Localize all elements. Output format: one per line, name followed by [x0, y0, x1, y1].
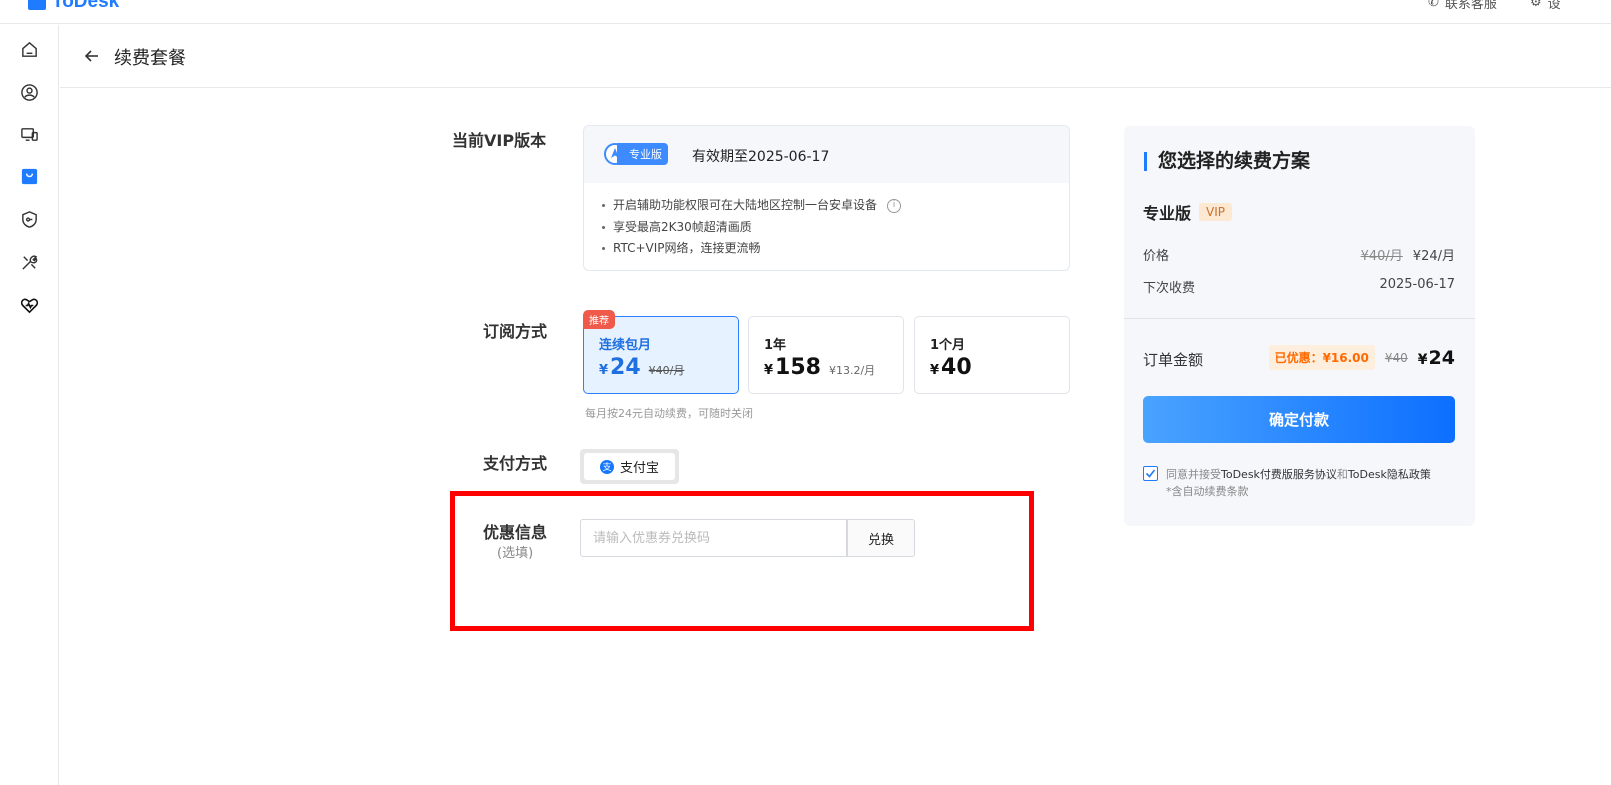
- service-agreement-link[interactable]: ToDesk付费版服务协议: [1221, 468, 1337, 481]
- info-icon[interactable]: i: [887, 198, 902, 213]
- feature-item: 享受最高2K30帧超清画质: [602, 217, 1069, 239]
- logo-text: ToDesk: [52, 0, 120, 12]
- order-final-price: ¥24: [1417, 346, 1455, 369]
- page-header: 续费套餐: [60, 25, 1611, 88]
- agreement-row: 同意并接受ToDesk付费版服务协议和ToDesk隐私政策 *含自动续费条款: [1143, 466, 1463, 500]
- auto-renew-note: *含自动续费条款: [1166, 485, 1249, 498]
- valid-until-text: 有效期至2025-06-17: [692, 149, 830, 165]
- alipay-icon: 支: [599, 459, 614, 474]
- plan-price: ¥ 24 ¥40/月: [599, 355, 685, 380]
- plan-monthly-equivalent: ¥13.2/月: [828, 364, 876, 377]
- auto-renew-hint: 每月按24元自动续费，可随时关闭: [585, 407, 753, 420]
- plan-one-month[interactable]: 1个月 ¥ 40: [914, 316, 1070, 394]
- user-icon[interactable]: [19, 82, 39, 102]
- plan-name: 1个月: [930, 338, 966, 353]
- contact-support-label: 联系客服: [1444, 0, 1497, 12]
- back-arrow-icon[interactable]: [82, 46, 102, 66]
- settings-link[interactable]: ⚙ 设: [1530, 0, 1561, 12]
- divider: [1124, 318, 1475, 319]
- security-shield-icon[interactable]: [19, 209, 39, 229]
- page-title: 续费套餐: [114, 48, 186, 69]
- feature-list: 开启辅助功能权限可在大陆地区控制一台安卓设备 i 享受最高2K30帧超清画质 R…: [584, 183, 1069, 260]
- plan-yearly[interactable]: 1年 ¥ 158 ¥13.2/月: [748, 316, 904, 394]
- agree-checkbox[interactable]: [1143, 466, 1158, 481]
- pro-badge-text: 专业版: [617, 143, 668, 165]
- heart-icon[interactable]: [19, 295, 39, 315]
- summary-price-row: 价格 ¥40/月 ¥24/月: [1143, 245, 1455, 264]
- subscription-label: 订阅方式: [483, 322, 548, 341]
- sidebar: [0, 25, 59, 785]
- plan-original-price: ¥40/月: [648, 364, 685, 377]
- vip-tag: VIP: [1199, 203, 1232, 221]
- pro-version-badge: 专业版: [604, 143, 668, 165]
- alipay-label: 支付宝: [619, 461, 659, 476]
- plan-price: ¥ 158 ¥13.2/月: [764, 355, 876, 380]
- order-original-price: ¥40: [1384, 350, 1408, 365]
- payment-label: 支付方式: [483, 454, 548, 473]
- vip-card-header: 专业版 有效期至2025-06-17: [584, 126, 1069, 183]
- current-vip-card: 专业版 有效期至2025-06-17 开启辅助功能权限可在大陆地区控制一台安卓设…: [583, 125, 1070, 271]
- order-amount: 已优惠：¥16.00 ¥40 ¥24: [1268, 345, 1455, 370]
- next-charge-date: 2025-06-17: [1379, 277, 1455, 292]
- devices-icon[interactable]: [19, 124, 39, 144]
- feature-item: RTC+VIP网络，连接更流畅: [602, 238, 1069, 260]
- alipay-option[interactable]: 支 支付宝: [584, 453, 675, 480]
- plan-monthly-auto[interactable]: 推荐 连续包月 ¥ 24 ¥40/月: [583, 310, 739, 394]
- feature-item: 开启辅助功能权限可在大陆地区控制一台安卓设备 i: [602, 195, 1069, 217]
- summary-plan-name: 专业版: [1143, 204, 1192, 223]
- logo-mark-icon: [28, 0, 46, 10]
- home-icon[interactable]: [19, 39, 39, 59]
- plan-name: 1年: [764, 338, 787, 353]
- gear-icon: ⚙: [1530, 0, 1542, 10]
- current-vip-label: 当前VIP版本: [452, 131, 547, 150]
- next-charge-label: 下次收费: [1143, 281, 1196, 296]
- tools-icon[interactable]: [19, 252, 39, 272]
- app-logo: ToDesk: [28, 0, 119, 12]
- summary-title: 您选择的续费方案: [1144, 152, 1310, 171]
- summary-plan: 专业版 VIP: [1143, 200, 1232, 224]
- order-summary-panel: 您选择的续费方案 专业版 VIP 价格 ¥40/月 ¥24/月 下次收费 2025…: [1124, 126, 1475, 526]
- phone-icon: ✆: [1428, 0, 1439, 10]
- top-bar: ToDesk ✆ 联系客服 ⚙ 设: [0, 0, 1611, 24]
- check-icon: [1145, 469, 1156, 478]
- summary-next-charge-row: 下次收费 2025-06-17: [1143, 277, 1455, 296]
- plan-price: ¥ 40: [930, 355, 972, 380]
- payment-methods: 支 支付宝: [580, 449, 679, 484]
- recommend-badge: 推荐: [583, 310, 615, 329]
- price-new: ¥24/月: [1412, 249, 1455, 264]
- settings-label: 设: [1547, 0, 1561, 12]
- privacy-policy-link[interactable]: ToDesk隐私政策: [1348, 468, 1431, 481]
- plan-name: 连续包月: [599, 338, 652, 353]
- shop-bag-icon[interactable]: [19, 166, 39, 186]
- price-old: ¥40/月: [1360, 249, 1403, 264]
- discount-badge: 已优惠：¥16.00: [1268, 345, 1375, 370]
- order-amount-label: 订单金额: [1143, 351, 1204, 369]
- contact-support-link[interactable]: ✆ 联系客服: [1428, 0, 1497, 12]
- price-label: 价格: [1143, 249, 1170, 264]
- confirm-payment-button[interactable]: 确定付款: [1143, 396, 1455, 443]
- highlight-box: [450, 491, 1034, 631]
- agreement-text: 同意并接受ToDesk付费版服务协议和ToDesk隐私政策 *含自动续费条款: [1166, 468, 1431, 498]
